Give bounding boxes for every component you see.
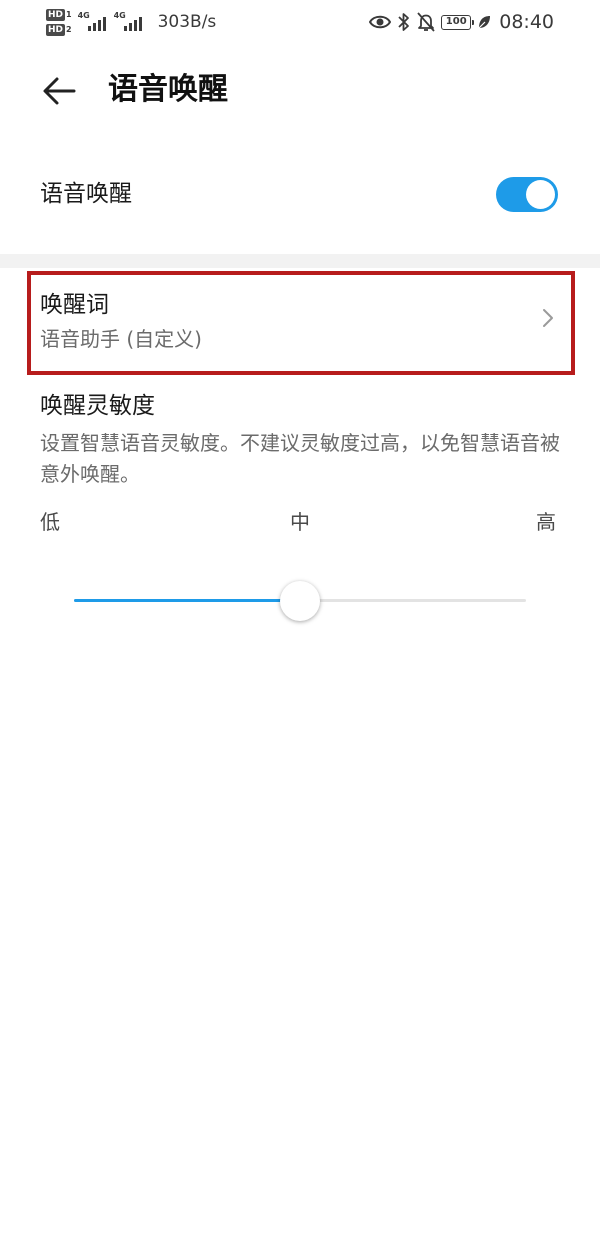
wake-word-row[interactable]: 唤醒词 语音助手 (自定义) <box>0 268 600 372</box>
signal-1-icon: 4G <box>78 11 108 33</box>
hd-indicators: HD 1 HD 2 <box>46 8 72 36</box>
wake-word-value: 语音助手 (自定义) <box>40 327 202 351</box>
sensitivity-slider[interactable] <box>74 580 526 622</box>
network-speed: 303B/s <box>157 12 217 32</box>
signal-2-icon: 4G <box>114 11 144 33</box>
wake-word-title: 唤醒词 <box>40 292 109 318</box>
bluetooth-icon <box>398 13 410 31</box>
voice-wakeup-label: 语音唤醒 <box>40 181 132 207</box>
eye-icon <box>369 15 392 29</box>
back-arrow-icon[interactable] <box>40 72 78 110</box>
toggle-knob <box>526 180 555 209</box>
tick-mid: 中 <box>290 510 310 534</box>
status-left: HD 1 HD 2 4G 4G 303B/s <box>46 4 216 40</box>
hd1-badge: HD 1 <box>46 8 72 21</box>
section-divider <box>0 254 600 268</box>
sensitivity-description: 设置智慧语音灵敏度。不建议灵敏度过高，以免智慧语音被意外唤醒。 <box>40 431 560 486</box>
voice-wakeup-screen: HD 1 HD 2 4G 4G 303B/s 100 08:40 语音唤醒 语音… <box>0 0 600 1244</box>
sensitivity-title: 唤醒灵敏度 <box>40 393 155 419</box>
hd1-icon: HD <box>46 8 66 21</box>
page-title: 语音唤醒 <box>108 72 228 107</box>
leaf-icon <box>477 16 491 30</box>
signal-1-bars <box>87 17 106 31</box>
hd2-icon: HD <box>46 23 66 36</box>
signal-2-bars <box>123 17 142 31</box>
hd2-number: 2 <box>66 24 72 34</box>
hd2-badge: HD 2 <box>46 23 72 36</box>
status-bar: HD 1 HD 2 4G 4G 303B/s 100 08:40 <box>0 0 600 44</box>
battery-level: 100 <box>445 16 467 27</box>
chevron-right-icon <box>543 309 553 327</box>
hd1-number: 1 <box>66 9 72 19</box>
tick-low: 低 <box>40 510 60 534</box>
status-right: 100 08:40 <box>369 4 554 40</box>
app-bar: 语音唤醒 <box>0 60 600 120</box>
slider-thumb[interactable] <box>280 581 320 621</box>
slider-fill <box>74 599 300 602</box>
clock: 08:40 <box>499 11 554 33</box>
voice-wakeup-row: 语音唤醒 <box>0 160 600 230</box>
mute-bell-icon <box>417 12 435 32</box>
tick-high: 高 <box>536 510 556 534</box>
battery-icon: 100 <box>441 14 475 30</box>
voice-wakeup-toggle[interactable] <box>496 177 558 212</box>
